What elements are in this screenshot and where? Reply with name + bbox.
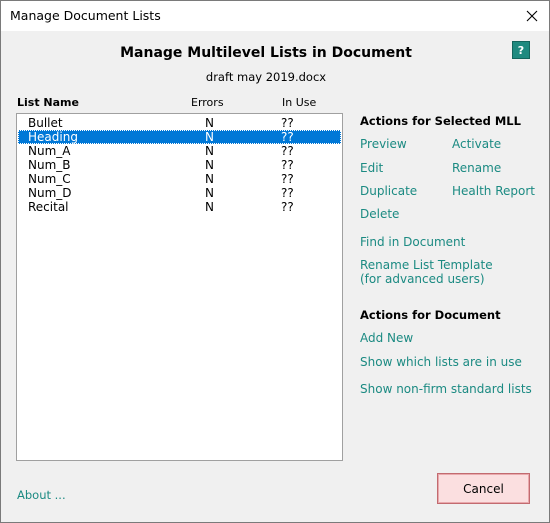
column-header-list-name: List Name (17, 96, 79, 109)
list-row-errors: N (205, 116, 214, 130)
list-row-in-use: ?? (281, 158, 294, 172)
list-row-in-use: ?? (281, 130, 294, 144)
list-row-name: Num_C (28, 172, 71, 186)
list-row-in-use: ?? (281, 144, 294, 158)
list-row-name: Bullet (28, 116, 63, 130)
rename-link[interactable]: Rename (452, 161, 501, 175)
list-row-errors: N (205, 158, 214, 172)
title-bar: Manage Document Lists (1, 1, 549, 31)
document-filename: draft may 2019.docx (205, 70, 327, 84)
list-box[interactable]: Bullet N ?? Heading N ?? Num_A N ?? Num_… (16, 113, 343, 461)
list-row-name: Num_A (28, 144, 71, 158)
list-row-errors: N (205, 130, 214, 144)
section-title-actions-document: Actions for Document (360, 308, 501, 322)
duplicate-link[interactable]: Duplicate (360, 184, 417, 198)
rename-list-template-sublabel: (for advanced users) (360, 272, 485, 286)
rename-list-template-label: Rename List Template (360, 258, 493, 272)
list-row-errors: N (205, 172, 214, 186)
list-row-in-use: ?? (281, 172, 294, 186)
delete-link[interactable]: Delete (360, 207, 399, 221)
list-row-errors: N (205, 144, 214, 158)
about-link[interactable]: About ... (17, 488, 66, 502)
show-non-firm-lists-link[interactable]: Show non-firm standard lists (360, 382, 532, 396)
edit-link[interactable]: Edit (360, 161, 383, 175)
list-row-in-use: ?? (281, 186, 294, 200)
list-row-name: Recital (28, 200, 69, 214)
section-title-actions-mll: Actions for Selected MLL (360, 114, 521, 128)
list-row-name: Heading (28, 130, 78, 144)
list-row-selected[interactable]: Heading N ?? (18, 130, 341, 144)
list-row-errors: N (205, 200, 214, 214)
close-icon (526, 10, 538, 22)
column-header-errors: Errors (191, 96, 224, 109)
dialog-window: Manage Document Lists Manage Multilevel … (0, 0, 550, 523)
list-row-name: Num_B (28, 158, 71, 172)
list-row-errors: N (205, 186, 214, 200)
dialog-content: Manage Multilevel Lists in Document draf… (1, 31, 549, 522)
window-title: Manage Document Lists (10, 8, 161, 23)
activate-link[interactable]: Activate (452, 137, 501, 151)
cancel-button[interactable]: Cancel (437, 473, 530, 504)
help-icon: ? (517, 43, 525, 57)
page-title: Manage Multilevel Lists in Document (120, 45, 412, 61)
add-new-link[interactable]: Add New (360, 331, 413, 345)
list-row[interactable]: Num_C N ?? (18, 172, 341, 186)
close-button[interactable] (515, 1, 549, 31)
health-report-link[interactable]: Health Report (452, 184, 535, 198)
show-lists-in-use-link[interactable]: Show which lists are in use (360, 355, 522, 369)
help-button[interactable]: ? (512, 41, 530, 59)
list-row-in-use: ?? (281, 200, 294, 214)
list-row[interactable]: Num_A N ?? (18, 144, 341, 158)
list-row[interactable]: Num_B N ?? (18, 158, 341, 172)
list-row-in-use: ?? (281, 116, 294, 130)
list-row[interactable]: Num_D N ?? (18, 186, 341, 200)
list-row-name: Num_D (28, 186, 72, 200)
find-in-document-link[interactable]: Find in Document (360, 235, 465, 249)
list-row[interactable]: Recital N ?? (18, 200, 341, 214)
preview-link[interactable]: Preview (360, 137, 407, 151)
list-row[interactable]: Bullet N ?? (18, 116, 341, 130)
column-header-in-use: In Use (282, 96, 317, 109)
rename-list-template-link[interactable]: Rename List Template (for advanced users… (360, 258, 493, 286)
